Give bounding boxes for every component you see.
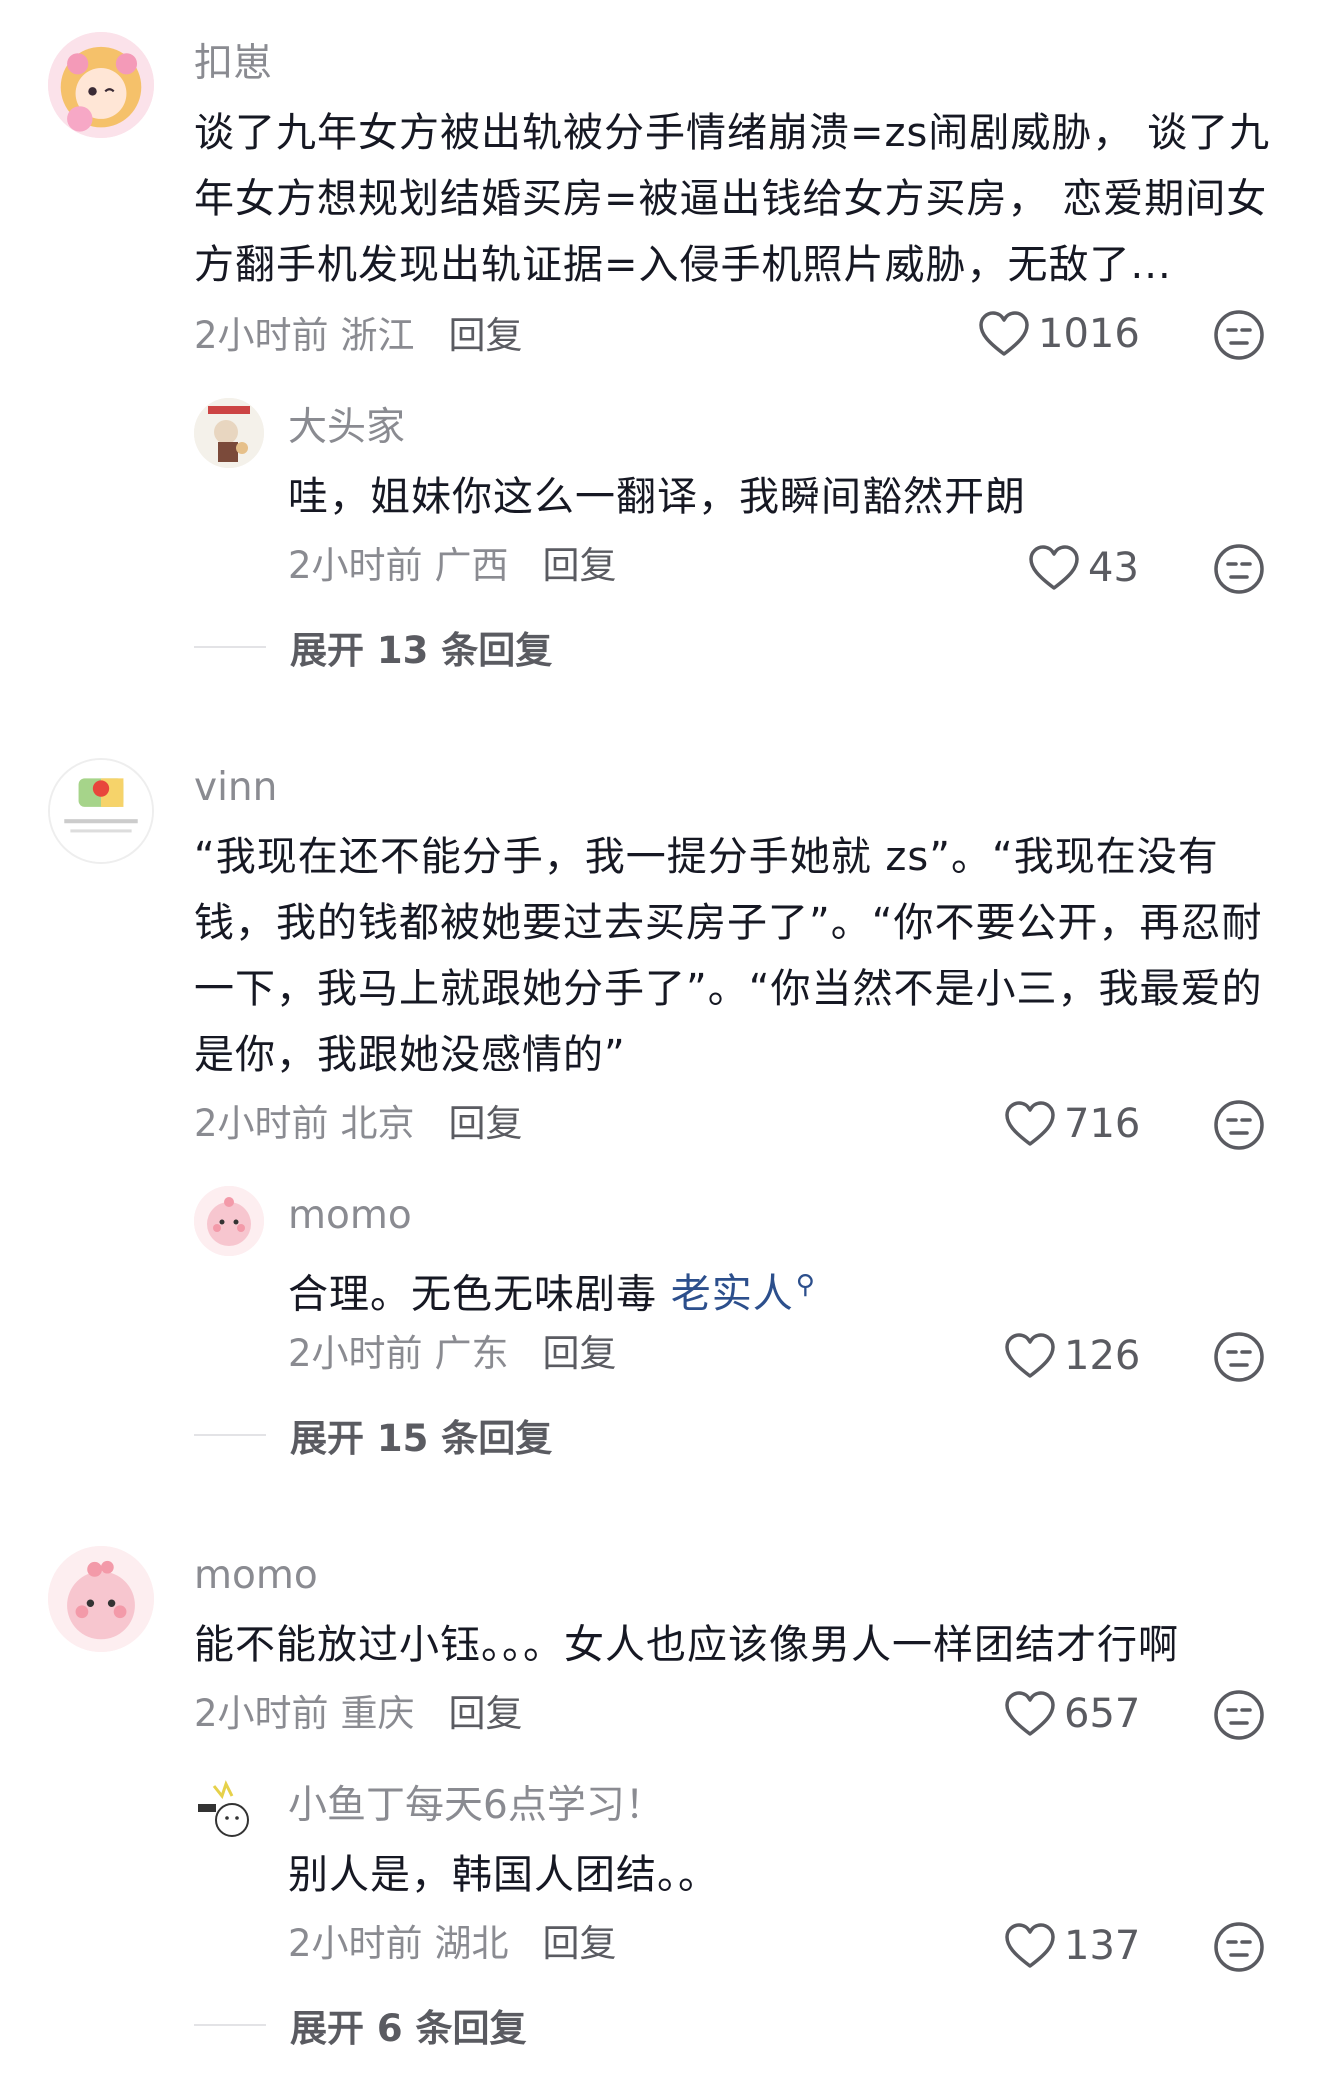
- comment-text: 谈了九年女方被出轨被分手情绪崩溃=zs闹剧威胁， 谈了九年女方想规划结婚买房=被…: [194, 110, 1271, 288]
- reply-button[interactable]: 回复: [543, 1332, 617, 1375]
- heart-outline-icon: [1029, 545, 1079, 590]
- reply-time: 2小时前: [288, 1332, 423, 1375]
- expand-replies-label: 展开 13 条回复: [290, 629, 553, 672]
- avatar-map-pin-image: [50, 760, 152, 862]
- like-count: 1016: [1038, 311, 1140, 357]
- comment-text: 能不能放过小钰。。。女人也应该像男人一样团结才行啊: [194, 1622, 1179, 1668]
- reply-meta: 2小时前 湖北 回复: [288, 1920, 629, 1968]
- heart-outline-icon: [1005, 1691, 1055, 1736]
- avatar[interactable]: [48, 1546, 154, 1652]
- divider: [194, 2024, 266, 2026]
- reply-text: 合理。无色无味剧毒 老实人⚲: [288, 1252, 1268, 1327]
- comment-meta: 2小时前 重庆 回复: [194, 1690, 535, 1738]
- comment-username[interactable]: 扣崽: [194, 40, 272, 88]
- like-button[interactable]: 126: [1004, 1328, 1140, 1384]
- heart-outline-icon: [1005, 1333, 1055, 1378]
- like-count: 657: [1064, 1691, 1141, 1737]
- meh-face-icon[interactable]: [1212, 1920, 1266, 1974]
- reply-avatar[interactable]: [194, 1186, 264, 1256]
- reply-location: 广东: [434, 1332, 509, 1375]
- meh-face-icon[interactable]: [1212, 1330, 1266, 1384]
- meh-face-icon[interactable]: [1212, 1098, 1266, 1152]
- expand-replies-label: 展开 6 条回复: [290, 2007, 527, 2050]
- search-icon: ⚲: [795, 1270, 816, 1300]
- expand-replies-label: 展开 15 条回复: [290, 1417, 553, 1460]
- comment-time: 2小时前: [194, 314, 329, 357]
- meh-face-icon[interactable]: [1212, 1688, 1266, 1742]
- avatar[interactable]: [48, 758, 154, 864]
- like-button[interactable]: 137: [1004, 1918, 1140, 1974]
- reply-location: 湖北: [434, 1922, 509, 1965]
- heart-outline-icon: [1005, 1101, 1055, 1146]
- reply-username[interactable]: momo: [288, 1192, 412, 1240]
- reply-meta: 2小时前 广西 回复: [288, 542, 629, 590]
- reply-username[interactable]: 大头家: [288, 404, 405, 452]
- comment-location: 浙江: [340, 314, 415, 357]
- avatar-cartoon-image: [194, 398, 264, 468]
- comment-list: 扣崽 谈了九年女方被出轨被分手情绪崩溃=zs闹剧威胁， 谈了九年女方想规划结婚买…: [0, 0, 1320, 2083]
- like-count: 716: [1064, 1101, 1141, 1147]
- reply-time: 2小时前: [288, 544, 423, 587]
- reply-avatar[interactable]: [194, 398, 264, 468]
- reply-button[interactable]: 回复: [543, 1922, 617, 1965]
- like-button[interactable]: 1016: [978, 306, 1140, 362]
- reply-time: 2小时前: [288, 1922, 423, 1965]
- comment-username[interactable]: vinn: [194, 764, 277, 812]
- reply-meta: 2小时前 广东 回复: [288, 1330, 629, 1378]
- reply-text: 哇，姐妹你这么一翻译，我瞬间豁然开朗: [288, 474, 1026, 520]
- search-link[interactable]: 老实人⚲: [670, 1270, 816, 1318]
- reply-avatar[interactable]: [194, 1776, 264, 1846]
- expand-replies-button[interactable]: 展开 6 条回复: [194, 2000, 527, 2050]
- avatar-pink-creature-image: [194, 1186, 264, 1256]
- meh-face-icon[interactable]: [1212, 542, 1266, 596]
- like-count: 137: [1064, 1923, 1141, 1969]
- heart-outline-icon: [979, 311, 1029, 356]
- like-button[interactable]: 657: [1004, 1686, 1140, 1742]
- avatar-doodle-image: [194, 1776, 264, 1846]
- like-count: 43: [1088, 545, 1139, 591]
- reply-text: 别人是，韩国人团结。。: [288, 1852, 719, 1898]
- reply-username[interactable]: 小鱼丁每天6点学习！: [288, 1782, 664, 1830]
- expand-replies-button[interactable]: 展开 15 条回复: [194, 1410, 552, 1460]
- reply-button[interactable]: 回复: [543, 544, 617, 587]
- avatar-pink-creature-image: [48, 1546, 154, 1652]
- like-button[interactable]: 43: [1028, 540, 1139, 596]
- avatar[interactable]: [48, 32, 154, 138]
- expand-replies-button[interactable]: 展开 13 条回复: [194, 622, 552, 672]
- divider: [194, 1434, 266, 1436]
- reply-button[interactable]: 回复: [449, 314, 523, 357]
- comment-time: 2小时前: [194, 1692, 329, 1735]
- like-count: 126: [1064, 1333, 1141, 1379]
- reply-location: 广西: [434, 544, 509, 587]
- comment-location: 北京: [340, 1102, 415, 1145]
- search-link-label: 老实人: [670, 1271, 794, 1318]
- reply-button[interactable]: 回复: [449, 1102, 523, 1145]
- comment-text: “我现在还不能分手，我一提分手她就 zs”。“我现在没有钱，我的钱都被她要过去买…: [194, 834, 1263, 1078]
- comment-meta: 2小时前 浙江 回复: [194, 312, 535, 360]
- meh-face-icon[interactable]: [1212, 308, 1266, 362]
- comment-username[interactable]: momo: [194, 1552, 318, 1600]
- comment-time: 2小时前: [194, 1102, 329, 1145]
- heart-outline-icon: [1005, 1923, 1055, 1968]
- divider: [194, 646, 266, 648]
- avatar-anime-girl-image: [48, 32, 154, 138]
- reply-text-body: 合理。无色无味剧毒: [288, 1271, 671, 1318]
- comment-location: 重庆: [340, 1692, 415, 1735]
- comment-meta: 2小时前 北京 回复: [194, 1100, 535, 1148]
- like-button[interactable]: 716: [1004, 1096, 1140, 1152]
- reply-button[interactable]: 回复: [449, 1692, 523, 1735]
